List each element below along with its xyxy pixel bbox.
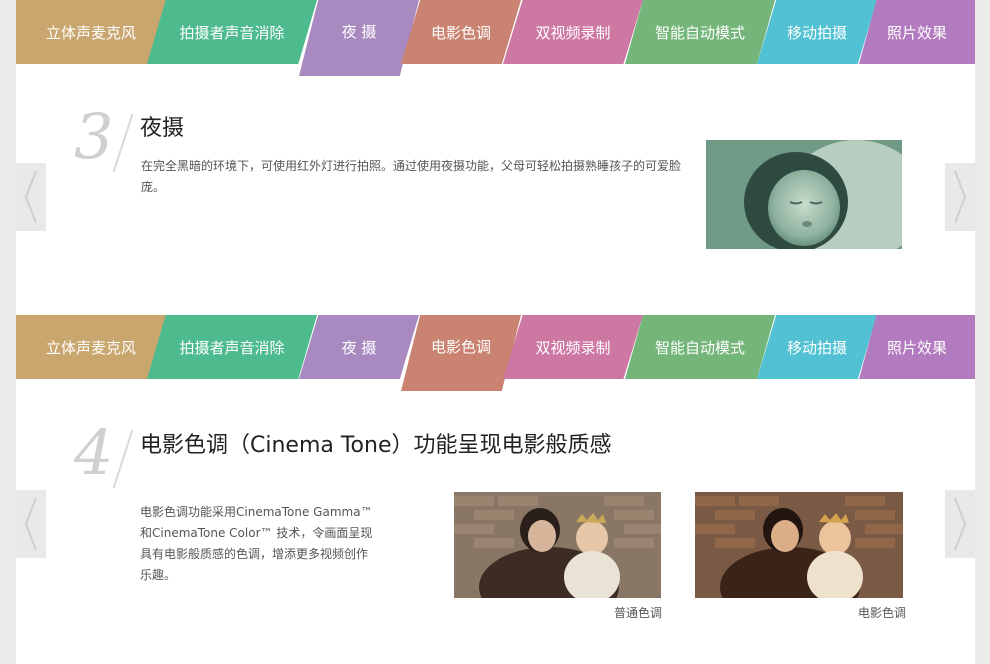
tab-photo-effects[interactable]: 照片效果 <box>859 0 975 64</box>
section-number: 4 <box>74 416 114 489</box>
page: 立体声麦克风 拍摄者声音消除 夜 摄 电影色调 双视频录制 智能自动模式 移动拍… <box>16 0 975 664</box>
description-line: 电影色调功能采用CinemaTone Gamma™ <box>140 505 373 519</box>
section-number: 3 <box>74 100 114 173</box>
cinema-tone-caption: 电影色调 <box>857 606 906 620</box>
section-description: 在完全黑暗的环境下，可使用红外灯进行拍照。通过使用夜摄功能，父母可轻松拍摄熟睡孩… <box>141 159 682 194</box>
description-line: 和CinemaTone Color™ 技术，令画面呈现 <box>140 526 373 540</box>
section-description: 电影色调功能采用CinemaTone Gamma™ 和CinemaTone Co… <box>140 502 430 586</box>
tab-stereo-mic[interactable]: 立体声麦克风 <box>16 0 166 64</box>
section-title: 电影色调（Cinema Tone）功能呈现电影般质感 <box>140 433 612 458</box>
tab-intelligent-auto[interactable]: 智能自动模式 <box>625 0 775 64</box>
chevron-left-icon <box>24 170 37 224</box>
description-line: 乐趣。 <box>140 568 177 582</box>
normal-tone-caption: 普通色调 <box>613 606 662 620</box>
tab-night-shot[interactable]: 夜 摄 <box>299 315 419 379</box>
tab-mobile-shooting[interactable]: 移动拍摄 <box>757 0 877 64</box>
description-line: 具有电影般质感的色调，增添更多视频创作 <box>140 547 369 561</box>
number-divider <box>112 430 134 488</box>
section-cinema-tone: 4 电影色调（Cinema Tone）功能呈现电影般质感 电影色调功能采用Cin… <box>16 380 975 664</box>
prev-arrow-button[interactable] <box>16 490 46 558</box>
feature-tabbar-2: 立体声麦克风 拍摄者声音消除 夜 摄 电影色调 双视频录制 智能自动模式 移动拍… <box>16 315 975 391</box>
next-arrow-button[interactable] <box>945 490 975 558</box>
chevron-right-icon <box>954 497 967 551</box>
normal-tone-photo <box>454 492 661 598</box>
tab-voice-cancel[interactable]: 拍摄者声音消除 <box>147 315 317 379</box>
tab-voice-cancel[interactable]: 拍摄者声音消除 <box>147 0 317 64</box>
tab-cinema-tone[interactable]: 电影色调 <box>401 0 521 64</box>
tab-intelligent-auto[interactable]: 智能自动模式 <box>625 315 775 379</box>
number-divider <box>112 114 134 172</box>
tab-stereo-mic[interactable]: 立体声麦克风 <box>16 315 166 379</box>
tab-dual-video[interactable]: 双视频录制 <box>503 315 643 379</box>
tab-mobile-shooting[interactable]: 移动拍摄 <box>757 315 877 379</box>
chevron-left-icon <box>24 497 37 551</box>
section-night-shot: 3 夜摄 在完全黑暗的环境下，可使用红外灯进行拍照。通过使用夜摄功能，父母可轻松… <box>16 64 975 314</box>
next-arrow-button[interactable] <box>945 163 975 231</box>
section-title: 夜摄 <box>140 116 185 141</box>
feature-tabbar-1: 立体声麦克风 拍摄者声音消除 夜 摄 电影色调 双视频录制 智能自动模式 移动拍… <box>16 0 975 76</box>
tab-dual-video[interactable]: 双视频录制 <box>503 0 643 64</box>
cinema-tone-photo <box>695 492 903 598</box>
chevron-right-icon <box>954 170 967 224</box>
night-shot-photo <box>706 140 902 249</box>
tab-photo-effects[interactable]: 照片效果 <box>859 315 975 379</box>
prev-arrow-button[interactable] <box>16 163 46 231</box>
